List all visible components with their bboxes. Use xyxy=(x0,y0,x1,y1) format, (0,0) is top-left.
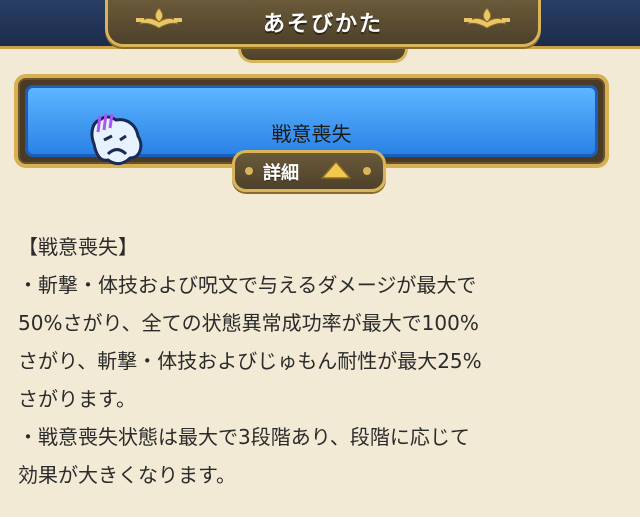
description-line: さがります。 xyxy=(18,387,136,411)
description-line: 【戦意喪失】 xyxy=(18,235,138,259)
description-line: 50%さがり、全ての状態異常成功率が最大で100% xyxy=(18,311,479,335)
detail-button[interactable]: 詳細 xyxy=(232,150,386,192)
description-line: ・戦意喪失状態は最大で3段階あり、段階に応じて xyxy=(18,425,470,449)
triangle-up-icon xyxy=(321,161,351,179)
description-line: 効果が大きくなります。 xyxy=(18,463,236,487)
header-plaque: あそびかた xyxy=(105,0,541,47)
ornament-dot xyxy=(245,167,253,175)
description-text: 【戦意喪失】 ・斬撃・体技および呪文で与えるダメージが最大で 50%さがり、全て… xyxy=(18,228,618,494)
detail-button-label: 詳細 xyxy=(263,163,299,184)
ornament-dot xyxy=(363,167,371,175)
description-line: ・斬撃・体技および呪文で与えるダメージが最大で xyxy=(18,273,477,297)
description-line: さがり、斬撃・体技およびじゅもん耐性が最大25% xyxy=(18,349,482,373)
fleur-de-lis-icon xyxy=(464,7,510,29)
status-card-body: 戦意喪失 xyxy=(25,85,598,166)
status-title: 戦意喪失 xyxy=(271,122,352,146)
